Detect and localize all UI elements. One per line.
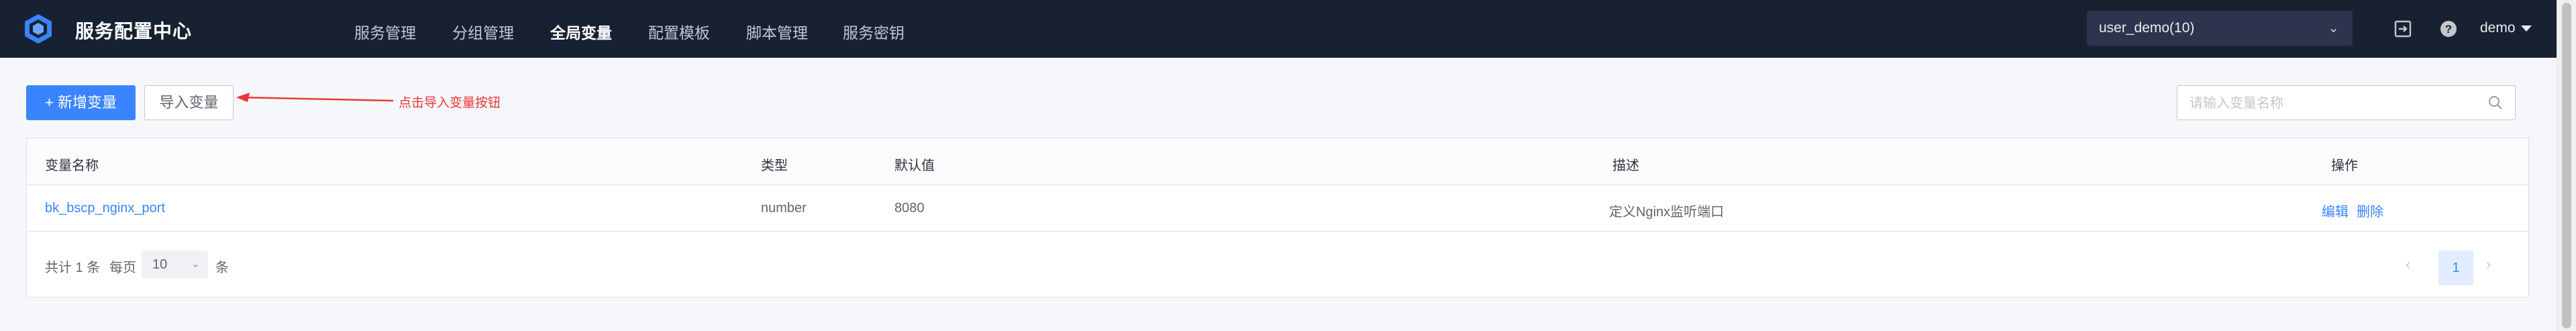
vertical-scrollbar[interactable] bbox=[2557, 0, 2576, 331]
column-header-actions: 操作 bbox=[2331, 158, 2358, 173]
import-variable-button[interactable]: 导入变量 bbox=[144, 85, 234, 120]
nav-item-config-templates[interactable]: 配置模板 bbox=[648, 20, 710, 43]
table-row: bk_bscp_nginx_port number 8080 定义Nginx监听… bbox=[27, 185, 2528, 232]
svg-text:?: ? bbox=[2445, 23, 2452, 36]
column-header-type: 类型 bbox=[761, 158, 788, 173]
page-size-select[interactable]: 10 ⌄ bbox=[142, 250, 208, 279]
table-header: 变量名称 类型 默认值 描述 操作 bbox=[27, 138, 2528, 185]
nav-item-service-management[interactable]: 服务管理 bbox=[354, 20, 416, 43]
variables-table: 变量名称 类型 默认值 描述 操作 bk_bscp_nginx_port num… bbox=[26, 138, 2529, 297]
prev-page-icon[interactable]: ‹ bbox=[2406, 256, 2410, 273]
business-select[interactable]: user_demo(10) ⌄ bbox=[2087, 11, 2353, 46]
variable-default-value: 8080 bbox=[894, 201, 925, 216]
export-icon[interactable] bbox=[2393, 19, 2413, 39]
column-header-name: 变量名称 bbox=[45, 158, 99, 173]
search-input[interactable] bbox=[2177, 86, 2486, 121]
user-menu[interactable]: demo bbox=[2480, 20, 2532, 36]
chevron-down-icon: ⌄ bbox=[191, 258, 200, 270]
add-variable-button[interactable]: + 新增变量 bbox=[26, 85, 136, 120]
per-page-unit: 条 bbox=[215, 261, 229, 275]
variable-name-link[interactable]: bk_bscp_nginx_port bbox=[45, 201, 165, 216]
username: demo bbox=[2480, 20, 2516, 36]
help-icon[interactable]: ? bbox=[2438, 19, 2459, 39]
delete-button[interactable]: 删除 bbox=[2357, 201, 2383, 220]
business-select-value: user_demo(10) bbox=[2099, 20, 2195, 36]
search-icon[interactable] bbox=[2488, 95, 2503, 110]
nav-item-global-variables[interactable]: 全局变量 bbox=[550, 20, 612, 43]
table-pagination: 共计 1 条 每页 10 ⌄ 条 ‹ 1 › bbox=[27, 232, 2528, 298]
app-title: 服务配置中心 bbox=[75, 21, 193, 42]
next-page-icon[interactable]: › bbox=[2486, 256, 2491, 273]
column-header-default: 默认值 bbox=[894, 158, 935, 173]
column-header-description: 描述 bbox=[1612, 158, 1639, 173]
annotation-text: 点击导入变量按钮 bbox=[399, 96, 501, 110]
nav-item-group-management[interactable]: 分组管理 bbox=[452, 20, 514, 43]
variable-description: 定义Nginx监听端口 bbox=[1609, 205, 1724, 220]
total-count: 共计 1 条 bbox=[45, 261, 101, 275]
scrollbar-thumb[interactable] bbox=[2562, 3, 2571, 328]
edit-button[interactable]: 编辑 bbox=[2322, 201, 2349, 220]
variable-type: number bbox=[761, 201, 807, 216]
per-page-label: 每页 bbox=[109, 261, 136, 275]
nav-item-script-management[interactable]: 脚本管理 bbox=[746, 20, 808, 43]
annotation-arrow-icon bbox=[236, 93, 394, 102]
app-logo-icon[interactable] bbox=[24, 13, 52, 44]
variable-search-box[interactable] bbox=[2177, 85, 2516, 121]
chevron-down-icon: ⌄ bbox=[2328, 21, 2339, 36]
caret-down-icon bbox=[2520, 25, 2532, 32]
top-navigation-bar: 服务配置中心 服务管理 分组管理 全局变量 配置模板 脚本管理 服务密钥 use… bbox=[0, 0, 2557, 58]
current-page-button[interactable]: 1 bbox=[2438, 250, 2473, 285]
page-size-value: 10 bbox=[152, 257, 168, 272]
nav-item-service-keys[interactable]: 服务密钥 bbox=[843, 20, 905, 43]
